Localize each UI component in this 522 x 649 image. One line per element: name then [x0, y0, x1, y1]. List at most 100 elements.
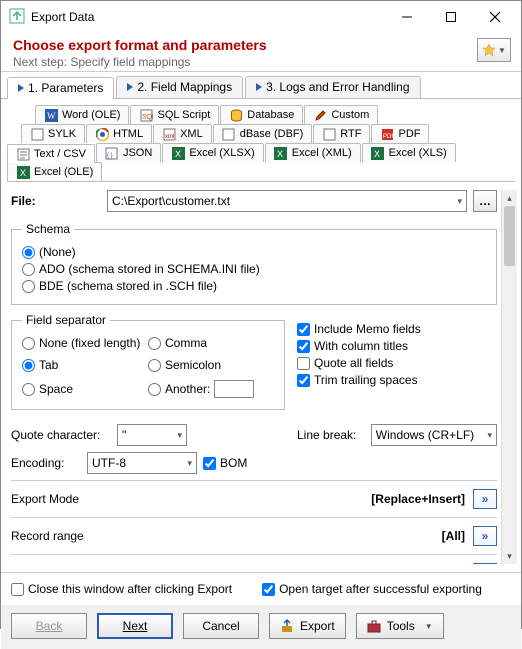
chk-quote-all[interactable]: Quote all fields	[297, 356, 497, 370]
schema-none[interactable]: (None)	[22, 245, 486, 259]
chk-trim-trailing[interactable]: Trim trailing spaces	[297, 373, 497, 387]
chk-close-after[interactable]: Close this window after clicking Export	[11, 582, 232, 596]
app-icon	[9, 8, 25, 27]
tab-parameters[interactable]: 1. Parameters	[7, 77, 114, 99]
fmt-tab-excel-xls[interactable]: XExcel (XLS)	[362, 143, 456, 162]
fmt-tab-rtf[interactable]: RTF	[313, 124, 370, 143]
xml-icon: xml	[162, 127, 176, 141]
tab-logs-errors[interactable]: 3. Logs and Error Handling	[245, 76, 420, 98]
back-button[interactable]: Back	[11, 613, 87, 639]
arrow-right-icon	[18, 84, 24, 92]
expand-record-range[interactable]: »	[473, 526, 497, 546]
svg-text:X: X	[277, 149, 283, 159]
dbf-icon	[222, 127, 236, 141]
maximize-button[interactable]	[429, 3, 473, 31]
star-icon	[482, 43, 496, 57]
format-tabs-container: WWord (OLE) SQLSQL Script Database Custo…	[1, 99, 521, 182]
fmt-tab-database[interactable]: Database	[220, 105, 303, 124]
record-range-value: [All]	[442, 529, 465, 543]
svg-text:X: X	[20, 168, 26, 178]
sep-another[interactable]: Another:	[148, 380, 274, 398]
tools-button[interactable]: Tools ▼	[356, 613, 444, 639]
encoding-combo[interactable]: UTF-8▾	[87, 452, 197, 474]
schema-legend: Schema	[22, 222, 74, 236]
tab-field-mappings[interactable]: 2. Field Mappings	[116, 76, 243, 98]
arrow-right-icon	[127, 83, 133, 91]
sep-semicolon[interactable]: Semicolon	[148, 358, 274, 372]
sep-comma[interactable]: Comma	[148, 336, 274, 350]
fmt-tab-sylk[interactable]: SYLK	[21, 124, 85, 143]
database-icon	[229, 108, 243, 122]
excel-icon: X	[371, 146, 385, 160]
chk-bom[interactable]: BOM	[203, 456, 247, 470]
minimize-button[interactable]	[385, 3, 429, 31]
svg-text:PDF: PDF	[383, 134, 394, 140]
fmt-tab-text-csv[interactable]: Text / CSV	[7, 144, 95, 163]
fmt-tab-json[interactable]: { }JSON	[96, 143, 161, 162]
fmt-tab-word-ole[interactable]: WWord (OLE)	[35, 105, 129, 124]
linebreak-combo[interactable]: Windows (CR+LF)▾	[371, 424, 497, 446]
footer-options: Close this window after clicking Export …	[1, 572, 521, 605]
favorites-button[interactable]: ▼	[477, 38, 511, 62]
pencil-icon	[313, 108, 327, 122]
sep-tab[interactable]: Tab	[22, 358, 148, 372]
window-title: Export Data	[31, 10, 385, 24]
schema-ado[interactable]: ADO (schema stored in SCHEMA.INI file)	[22, 262, 486, 276]
sep-space[interactable]: Space	[22, 380, 148, 398]
fmt-tab-excel-ole[interactable]: XExcel (OLE)	[7, 162, 102, 181]
file-path-value: C:\Export\customer.txt	[112, 194, 230, 208]
export-button[interactable]: Export	[269, 613, 346, 639]
chevron-down-icon: ▾	[177, 430, 182, 441]
separator-legend: Field separator	[22, 313, 110, 327]
arrow-right-icon	[256, 83, 262, 91]
chevron-down-icon: ▾	[187, 458, 192, 469]
excel-icon: X	[171, 146, 185, 160]
fmt-tab-excel-xlsx[interactable]: XExcel (XLSX)	[162, 143, 263, 162]
vertical-scrollbar[interactable]: ▴ ▾	[501, 190, 517, 564]
tab-label: 1. Parameters	[28, 81, 103, 95]
fmt-tab-custom[interactable]: Custom	[304, 105, 378, 124]
chevron-down-icon: ▾	[457, 196, 462, 207]
svg-text:X: X	[175, 149, 181, 159]
file-browse-button[interactable]: …	[473, 190, 497, 212]
pdf-icon: PDF	[380, 127, 394, 141]
scroll-down-icon[interactable]: ▾	[502, 548, 517, 564]
quote-label: Quote character:	[11, 428, 111, 442]
excel-icon: X	[274, 146, 288, 160]
collapsible-record-range: Record range [All] »	[11, 517, 497, 554]
fmt-tab-sql-script[interactable]: SQLSQL Script	[130, 105, 219, 124]
chk-open-target[interactable]: Open target after successful exporting	[262, 582, 482, 596]
chevron-down-icon: ▾	[487, 430, 492, 441]
parameters-panel: File: C:\Export\customer.txt ▾ … Schema …	[1, 182, 521, 572]
text-icon	[16, 147, 30, 161]
svg-text:X: X	[374, 149, 380, 159]
fmt-tab-excel-xml[interactable]: XExcel (XML)	[265, 143, 361, 162]
fmt-tab-pdf[interactable]: PDFPDF	[371, 124, 429, 143]
chk-include-memo[interactable]: Include Memo fields	[297, 322, 497, 336]
wizard-tabs: 1. Parameters 2. Field Mappings 3. Logs …	[1, 72, 521, 99]
schema-bde[interactable]: BDE (schema stored in .SCH file)	[22, 279, 486, 293]
titlebar: Export Data	[1, 1, 521, 33]
chevron-down-icon: ▼	[425, 622, 433, 631]
fmt-tab-xml[interactable]: xmlXML	[153, 124, 212, 143]
scroll-up-icon[interactable]: ▴	[502, 190, 517, 206]
cancel-button[interactable]: Cancel	[183, 613, 259, 639]
sep-none[interactable]: None (fixed length)	[22, 336, 148, 350]
sylk-icon	[30, 127, 44, 141]
file-path-combo[interactable]: C:\Export\customer.txt ▾	[107, 190, 467, 212]
next-button[interactable]: Next	[97, 613, 173, 639]
fmt-tab-html[interactable]: HTML	[86, 124, 152, 143]
svg-text:SQL: SQL	[142, 114, 153, 121]
fmt-tab-dbase[interactable]: dBase (DBF)	[213, 124, 313, 143]
separator-group: Field separator None (fixed length) Comm…	[11, 313, 285, 410]
svg-text:W: W	[47, 111, 56, 121]
scroll-thumb[interactable]	[504, 206, 515, 266]
schema-group: Schema (None) ADO (schema stored in SCHE…	[11, 222, 497, 305]
chk-column-titles[interactable]: With column titles	[297, 339, 497, 353]
expand-export-mode[interactable]: »	[473, 489, 497, 509]
close-button[interactable]	[473, 3, 517, 31]
expand-column-range[interactable]: »	[473, 563, 497, 564]
quote-combo[interactable]: "▾	[117, 424, 187, 446]
chrome-icon	[95, 127, 109, 141]
sep-another-input[interactable]	[214, 380, 254, 398]
